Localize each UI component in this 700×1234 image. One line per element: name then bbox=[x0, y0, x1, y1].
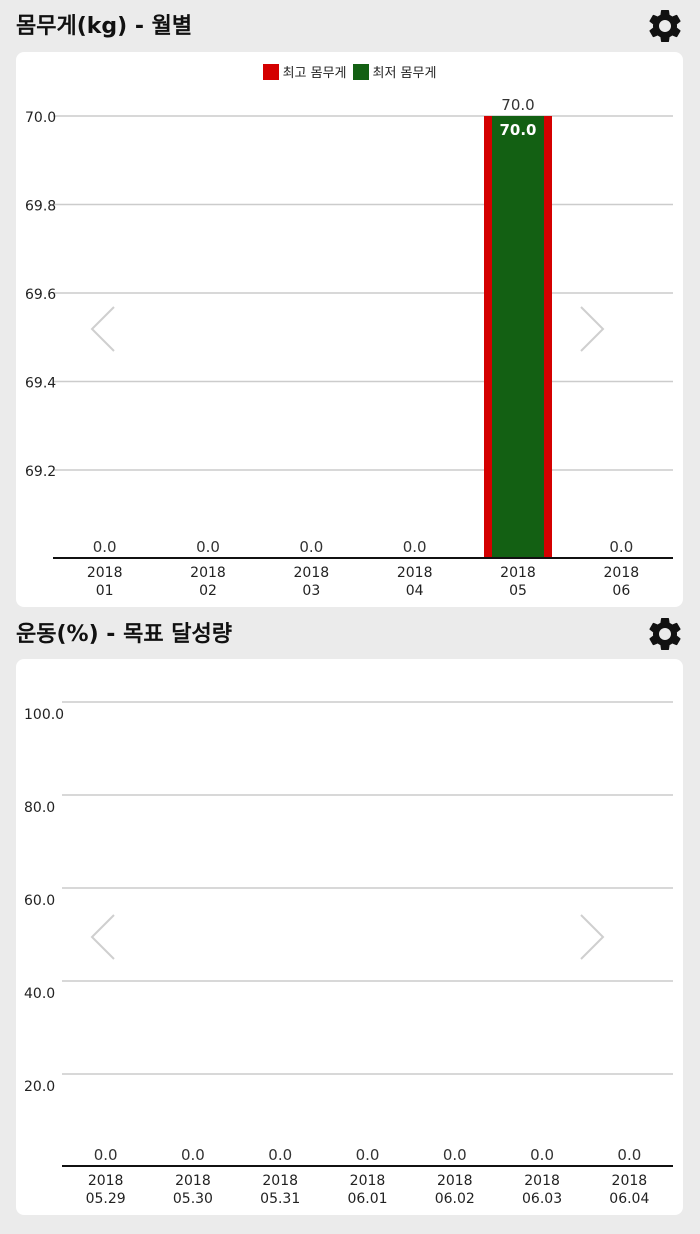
x-tick-label-year: 2018 bbox=[524, 1173, 560, 1189]
exercise-section-title: 운동(%) - 목표 달성량 bbox=[16, 622, 232, 647]
y-tick-label: 80.0 bbox=[24, 800, 55, 816]
x-tick-label-year: 2018 bbox=[262, 1173, 298, 1189]
x-tick-label-year: 2018 bbox=[87, 565, 123, 581]
bar-value-label: 0.0 bbox=[609, 538, 633, 556]
bar-value-label: 0.0 bbox=[356, 1146, 380, 1164]
chevron-left-icon[interactable] bbox=[90, 913, 116, 961]
y-tick-label: 69.8 bbox=[25, 199, 56, 215]
bar-value-label: 70.0 bbox=[501, 96, 534, 114]
x-tick-label-month: 03 bbox=[302, 583, 320, 599]
bar-value-label: 0.0 bbox=[443, 1146, 467, 1164]
x-tick-label-date: 05.29 bbox=[86, 1191, 126, 1207]
x-tick-label-year: 2018 bbox=[350, 1173, 386, 1189]
x-tick-label-month: 02 bbox=[199, 583, 217, 599]
y-tick-label: 70.0 bbox=[25, 110, 56, 126]
bar-min bbox=[492, 116, 544, 558]
x-tick-label-date: 06.01 bbox=[347, 1191, 387, 1207]
bar-value-label: 0.0 bbox=[403, 538, 427, 556]
x-tick-label-year: 2018 bbox=[604, 565, 640, 581]
bar-value-label: 0.0 bbox=[93, 538, 117, 556]
x-tick-label-year: 2018 bbox=[612, 1173, 648, 1189]
chevron-left-icon[interactable] bbox=[90, 305, 116, 353]
bar-inner-label: 70.0 bbox=[499, 121, 536, 139]
bar-value-label: 0.0 bbox=[181, 1146, 205, 1164]
x-tick-label-date: 06.04 bbox=[609, 1191, 649, 1207]
bar-value-label: 0.0 bbox=[299, 538, 323, 556]
y-tick-label: 100.0 bbox=[24, 707, 64, 723]
x-tick-label-date: 06.03 bbox=[522, 1191, 562, 1207]
x-tick-label-date: 05.30 bbox=[173, 1191, 213, 1207]
x-tick-label-year: 2018 bbox=[190, 565, 226, 581]
x-tick-label-year: 2018 bbox=[437, 1173, 473, 1189]
bar-value-label: 0.0 bbox=[530, 1146, 554, 1164]
x-tick-label-month: 01 bbox=[96, 583, 114, 599]
exercise-chart-card: 100.0 80.0 60.0 40.0 20.0 0.0 2018 05.29 0.0 2018… bbox=[16, 659, 683, 1215]
x-tick-label-month: 06 bbox=[612, 583, 630, 599]
gear-icon[interactable] bbox=[645, 614, 685, 654]
bar-value-label: 0.0 bbox=[94, 1146, 118, 1164]
x-tick-label-date: 06.02 bbox=[435, 1191, 475, 1207]
bar-value-label: 0.0 bbox=[268, 1146, 292, 1164]
weight-section-title: 몸무게(kg) - 월별 bbox=[16, 14, 193, 39]
y-tick-label: 40.0 bbox=[24, 986, 55, 1002]
bar-value-label: 0.0 bbox=[196, 538, 220, 556]
x-tick-label-date: 05.31 bbox=[260, 1191, 300, 1207]
y-tick-label: 20.0 bbox=[24, 1079, 55, 1095]
y-tick-label: 69.6 bbox=[25, 287, 56, 303]
bar-value-label: 0.0 bbox=[617, 1146, 641, 1164]
x-tick-label-year: 2018 bbox=[175, 1173, 211, 1189]
x-tick-label-year: 2018 bbox=[88, 1173, 124, 1189]
x-tick-label-year: 2018 bbox=[294, 565, 330, 581]
y-tick-label: 69.2 bbox=[25, 464, 56, 480]
chevron-right-icon[interactable] bbox=[579, 305, 605, 353]
y-tick-label: 69.4 bbox=[25, 376, 56, 392]
chevron-right-icon[interactable] bbox=[579, 913, 605, 961]
x-tick-label-year: 2018 bbox=[500, 565, 536, 581]
gear-icon[interactable] bbox=[645, 6, 685, 46]
x-tick-label-year: 2018 bbox=[397, 565, 433, 581]
x-tick-label-month: 05 bbox=[509, 583, 527, 599]
weight-chart-card: 최고 몸무게 최저 몸무게 70.0 69.8 69.6 69.4 69.2 0.0 201… bbox=[16, 52, 683, 607]
x-tick-label-month: 04 bbox=[406, 583, 424, 599]
y-tick-label: 60.0 bbox=[24, 893, 55, 909]
